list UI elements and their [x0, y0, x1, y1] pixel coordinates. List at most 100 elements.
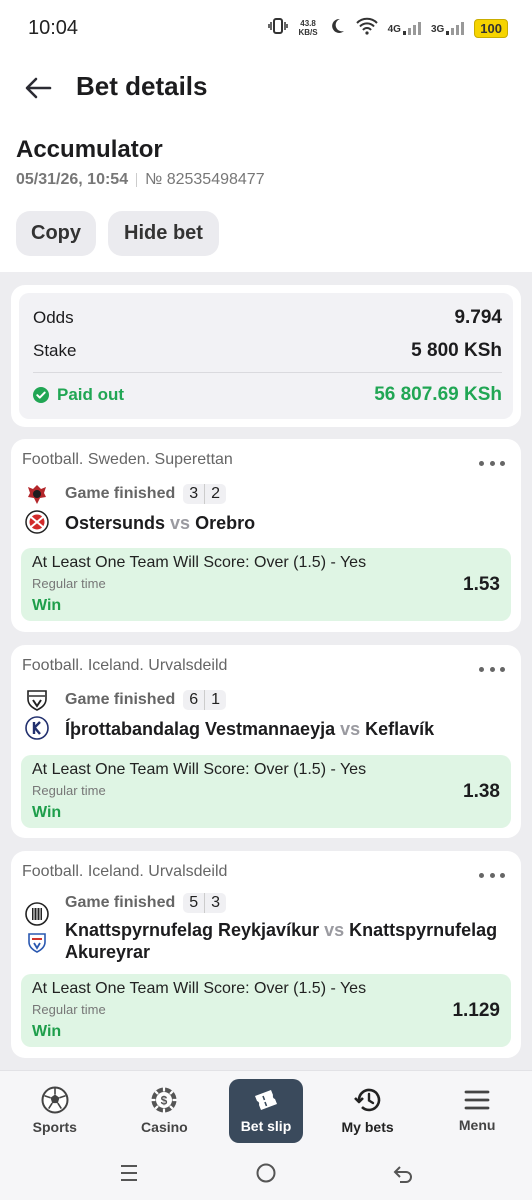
event-card[interactable]: Football. Iceland. Urvalsdeild Game fini… [11, 851, 521, 1058]
paid-out-status: Paid out [33, 385, 124, 405]
vs-label: vs [170, 513, 191, 533]
bet-number: № 82535498477 [145, 171, 265, 188]
nav-my-bets[interactable]: My bets [323, 1079, 413, 1143]
net-3g-label: 3G [430, 24, 445, 35]
game-status-label: Game finished [65, 691, 176, 708]
final-score: 3 2 [183, 484, 227, 504]
signal-4g: 4G [388, 21, 421, 35]
odds-row: Odds 9.794 [33, 307, 502, 329]
arrow-left-icon [25, 77, 52, 99]
nav-menu[interactable]: Menu [432, 1079, 522, 1143]
odds-label: Odds [33, 308, 74, 327]
nav-casino[interactable]: $ Casino [119, 1079, 209, 1143]
hide-bet-button[interactable]: Hide bet [108, 211, 219, 256]
league-name: Football. Sweden. Superettan [22, 451, 233, 468]
odds-value: 9.794 [454, 307, 502, 328]
meta-divider [136, 173, 138, 187]
market-name: At Least One Team Will Score: Over (1.5)… [32, 554, 367, 571]
recent-apps-icon[interactable] [118, 1163, 140, 1188]
final-score: 5 3 [183, 893, 227, 913]
speed-value: 43.8 [300, 19, 316, 28]
moon-icon [328, 17, 346, 40]
back-button[interactable] [22, 72, 54, 104]
market-period: Regular time [32, 783, 106, 798]
game-status: Game finished 6 1 [65, 690, 227, 710]
signal-bars-icon [446, 21, 465, 35]
event-card[interactable]: Football. Sweden. Superettan Game finish… [11, 439, 521, 632]
stake-value: 5 800 KSh [411, 340, 502, 361]
nav-label: Sports [32, 1119, 77, 1135]
paid-out-label: Paid out [57, 385, 125, 404]
paid-out-row: Paid out 56 807.69 KSh [33, 384, 502, 406]
nav-label: Menu [458, 1117, 496, 1133]
vs-label: vs [324, 920, 345, 940]
ka-crest-icon [25, 930, 49, 954]
league-name: Football. Iceland. Urvalsdeild [22, 657, 228, 674]
ibv-crest-icon [25, 688, 49, 712]
match-teams: Ostersunds vs Orebro [65, 512, 505, 534]
stake-label: Stake [33, 341, 77, 360]
market-name: At Least One Team Will Score: Over (1.5)… [32, 980, 367, 997]
svg-text:$: $ [161, 1094, 168, 1108]
nav-label: Casino [141, 1119, 188, 1135]
more-options-icon[interactable] [479, 461, 505, 467]
more-options-icon[interactable] [479, 667, 505, 673]
stake-row: Stake 5 800 KSh [33, 340, 502, 362]
kr-crest-icon [25, 902, 49, 926]
signal-3g: 3G [430, 21, 465, 35]
paid-out-value: 56 807.69 KSh [374, 384, 502, 405]
market-period: Regular time [32, 1002, 106, 1017]
home-team: Ostersunds [65, 513, 166, 533]
system-navigation-bar [0, 1150, 532, 1200]
bottom-navigation: Sports $ Casino Bet slip My bets Menu [0, 1070, 532, 1150]
home-circle-icon[interactable] [255, 1162, 277, 1189]
bet-type: Accumulator [16, 136, 163, 163]
wifi-icon [355, 17, 378, 40]
bet-datetime: 05/31/26, 10:54 [16, 171, 129, 188]
network-speed: 43.8 KB/S [298, 19, 317, 37]
system-back-icon[interactable] [392, 1163, 414, 1188]
speed-unit: KB/S [298, 28, 318, 37]
vs-label: vs [340, 719, 361, 739]
check-circle-icon [33, 387, 49, 403]
score-home: 3 [189, 485, 199, 502]
market-odds: 1.53 [463, 573, 500, 595]
away-team: Orebro [195, 513, 256, 533]
market-odds: 1.129 [452, 999, 500, 1021]
nav-bet-slip[interactable]: Bet slip [228, 1078, 303, 1143]
orebro-crest-icon [25, 510, 49, 534]
score-away: 3 [204, 893, 226, 913]
score-away: 2 [204, 484, 226, 504]
vibrate-icon [268, 17, 289, 40]
final-score: 6 1 [183, 690, 227, 710]
bet-summary-card: Odds 9.794 Stake 5 800 KSh Paid out 56 8… [11, 285, 521, 427]
status-bar: 10:04 43.8 KB/S 4G 3G 100 [0, 0, 532, 56]
market-result: Win [32, 597, 62, 614]
game-status-label: Game finished [65, 485, 176, 502]
ostersunds-crest-icon [25, 482, 49, 506]
bet-header: Bet details Accumulator 05/31/26, 10:54 … [0, 56, 532, 272]
event-card[interactable]: Football. Iceland. Urvalsdeild Game fini… [11, 645, 521, 838]
league-name: Football. Iceland. Urvalsdeild [22, 863, 228, 880]
bet-meta: 05/31/26, 10:54 № 82535498477 [16, 171, 265, 189]
bet-summary: Odds 9.794 Stake 5 800 KSh Paid out 56 8… [19, 293, 513, 419]
ticket-icon [254, 1090, 277, 1110]
signal-bars-icon [402, 21, 421, 35]
keflavik-crest-icon [25, 716, 49, 740]
more-options-icon[interactable] [479, 873, 505, 879]
battery-indicator: 100 [474, 18, 508, 38]
nav-sports[interactable]: Sports [10, 1079, 100, 1143]
game-status-label: Game finished [65, 894, 176, 911]
game-status: Game finished 5 3 [65, 893, 227, 913]
nav-label: Bet slip [240, 1118, 292, 1134]
football-icon [41, 1086, 69, 1114]
score-away: 1 [204, 690, 226, 710]
game-status: Game finished 3 2 [65, 484, 227, 504]
home-team: Knattspyrnufelag Reykjavíkur [65, 920, 320, 940]
market-name: At Least One Team Will Score: Over (1.5)… [32, 761, 367, 778]
market-result: Win [32, 804, 62, 821]
score-home: 5 [189, 894, 199, 911]
status-time: 10:04 [28, 16, 79, 39]
copy-button[interactable]: Copy [16, 211, 96, 256]
status-icons: 43.8 KB/S 4G 3G 100 [268, 17, 508, 40]
